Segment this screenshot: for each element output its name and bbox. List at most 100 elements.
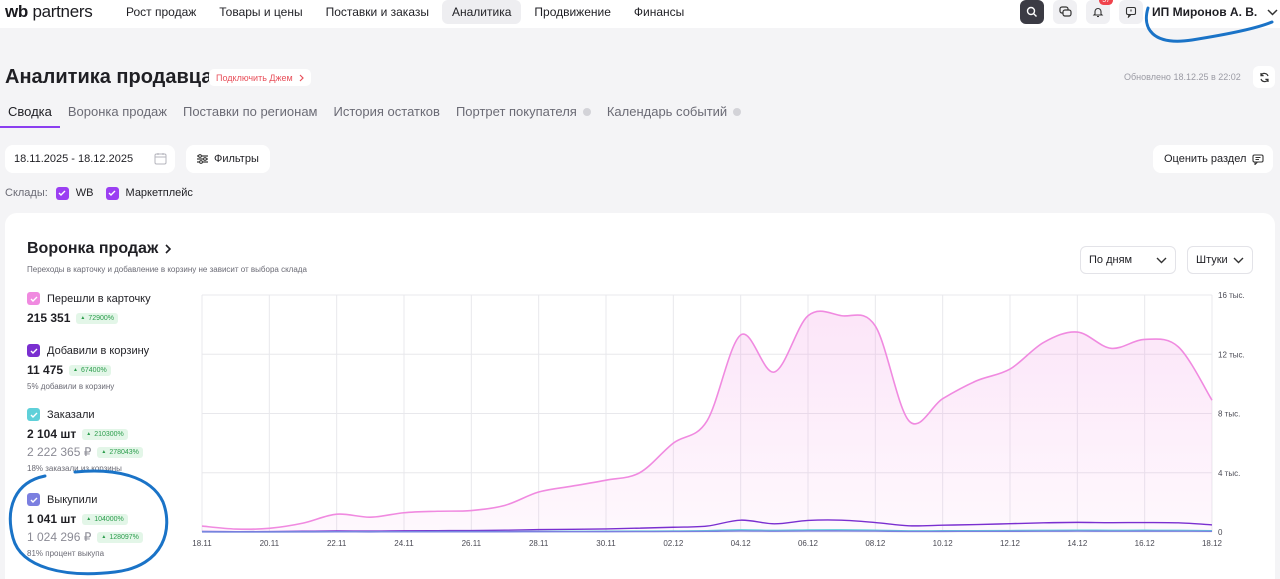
warehouses-label: Склады: bbox=[5, 187, 48, 199]
jem-link-label: Подключить Джем bbox=[216, 72, 293, 83]
check-icon bbox=[108, 190, 116, 196]
metric-card-views-checkbox[interactable] bbox=[27, 292, 40, 305]
tab-label: Сводка bbox=[8, 104, 52, 119]
funnel-subtitle: Переходы в карточку и добавление в корзи… bbox=[27, 265, 307, 274]
series-area-0 bbox=[202, 311, 1212, 532]
metric-change-badge: 67400% bbox=[69, 364, 111, 376]
rate-label: Оценить раздел bbox=[1164, 153, 1247, 165]
annotation-circle bbox=[8, 469, 169, 576]
chevron-down-icon bbox=[1233, 257, 1244, 264]
logo-wb: wb bbox=[5, 2, 29, 21]
tab-label: Календарь событий bbox=[606, 104, 728, 119]
metric-label: Добавили в корзину bbox=[47, 344, 150, 357]
comment-icon bbox=[1252, 153, 1264, 165]
series-line-0 bbox=[201, 310, 1213, 531]
date-range-value: 18.11.2025 - 18.12.2025 bbox=[14, 153, 134, 165]
nav-item-4[interactable]: Продвижение bbox=[524, 0, 621, 24]
tab-5[interactable]: Календарь событий bbox=[599, 104, 749, 128]
warehouse-marketplace-label: Маркетплейс bbox=[125, 187, 193, 199]
warehouse-wb-checkbox[interactable] bbox=[55, 186, 69, 200]
x-tick-label: 12.12 bbox=[1000, 539, 1021, 548]
tab-label: Воронка продаж bbox=[67, 104, 167, 119]
metric-orders-checkbox[interactable] bbox=[27, 408, 40, 421]
check-icon bbox=[58, 190, 66, 196]
warehouse-wb-label: WB bbox=[75, 187, 94, 199]
funnel-title-link[interactable]: Воронка продаж bbox=[27, 240, 172, 258]
tab-1[interactable]: Воронка продаж bbox=[60, 104, 175, 128]
check-icon bbox=[30, 296, 37, 302]
chat-button[interactable] bbox=[1053, 0, 1077, 24]
series-line-3 bbox=[201, 530, 1213, 533]
x-tick-label: 20.11 bbox=[260, 539, 280, 548]
x-tick-label: 24.11 bbox=[394, 539, 414, 548]
nav-item-1[interactable]: Товары и цены bbox=[209, 0, 312, 24]
analytics-tabs: Сводка Воронка продаж Поставки по регионам… bbox=[0, 104, 749, 128]
chevron-right-icon bbox=[299, 74, 304, 81]
nav-item-3[interactable]: Аналитика bbox=[441, 0, 522, 24]
period-select-value: По дням bbox=[1089, 254, 1133, 266]
unit-select-value: Штуки bbox=[1196, 254, 1228, 266]
metric-value-rub: 2 222 365 ₽ bbox=[27, 445, 92, 459]
unit-select[interactable]: Штуки bbox=[1187, 246, 1253, 274]
nav-item-5[interactable]: Финансы bbox=[624, 0, 694, 24]
metric-change-badge: 210300% bbox=[82, 428, 128, 440]
tab-label: Портрет покупателя bbox=[455, 104, 577, 119]
metric-label: Заказали bbox=[47, 408, 95, 421]
chevron-down-icon bbox=[1156, 257, 1167, 264]
notification-count-badge: 57 bbox=[1099, 0, 1113, 5]
logo-partners: partners bbox=[32, 2, 93, 21]
main-menu: Рост продаж Товары и цены Поставки и заказ… bbox=[116, 0, 697, 24]
warehouse-marketplace-checkbox[interactable] bbox=[105, 186, 119, 200]
tab-label: История остатков bbox=[333, 104, 440, 119]
notifications-button[interactable]: 57 bbox=[1086, 0, 1113, 24]
nav-item-0[interactable]: Рост продаж bbox=[116, 0, 206, 24]
y-tick-label: 0 bbox=[1218, 528, 1223, 537]
refresh-button[interactable] bbox=[1253, 66, 1275, 88]
series-line-2 bbox=[201, 529, 1213, 533]
refresh-icon bbox=[1259, 72, 1269, 82]
x-tick-label: 16.12 bbox=[1135, 539, 1156, 548]
metric-note: 5% добавили в корзину bbox=[27, 382, 115, 391]
metric-orders: Заказали 2 104 шт 210300% 2 222 365 ₽ 27… bbox=[27, 408, 143, 473]
updated-timestamp: Обновлено 18.12.25 в 22:02 bbox=[1124, 72, 1241, 82]
warehouses-filter: Склады: WB Маркетплейс bbox=[5, 186, 205, 200]
x-tick-label: 26.11 bbox=[462, 539, 482, 548]
metric-change-badge: 72900% bbox=[76, 312, 119, 324]
tab-0[interactable]: Сводка bbox=[0, 104, 60, 128]
page-title: Аналитика продавца bbox=[5, 66, 213, 88]
metric-cart-checkbox[interactable] bbox=[27, 344, 40, 357]
x-tick-label: 18.12 bbox=[1202, 539, 1223, 548]
y-tick-label: 12 тыс. bbox=[1218, 350, 1245, 359]
help-icon bbox=[1125, 6, 1137, 18]
filters-button[interactable]: Фильтры bbox=[186, 145, 270, 173]
sales-funnel-card: Воронка продаж Переходы в карточку и доб… bbox=[5, 213, 1275, 579]
search-button[interactable] bbox=[1020, 0, 1044, 24]
date-range-picker[interactable]: 18.11.2025 - 18.12.2025 bbox=[5, 145, 175, 173]
x-tick-label: 02.12 bbox=[663, 539, 684, 548]
y-tick-label: 4 тыс. bbox=[1218, 469, 1240, 478]
nav-item-2[interactable]: Поставки и заказы bbox=[316, 0, 439, 24]
metric-value: 2 104 шт bbox=[27, 427, 77, 441]
calendar-icon bbox=[154, 153, 167, 165]
funnel-title: Воронка продаж bbox=[27, 240, 159, 257]
x-tick-label: 06.12 bbox=[798, 539, 819, 548]
x-tick-label: 18.11 bbox=[192, 539, 212, 548]
x-tick-label: 14.12 bbox=[1067, 539, 1088, 548]
new-indicator-dot bbox=[733, 108, 742, 116]
top-navigation: wb partners Рост продаж Товары и цены Пост… bbox=[0, 0, 1280, 43]
tab-3[interactable]: История остатков bbox=[326, 104, 448, 128]
tab-4[interactable]: Портрет покупателя bbox=[448, 104, 599, 128]
x-tick-label: 30.11 bbox=[596, 539, 616, 548]
chat-icon bbox=[1058, 6, 1072, 17]
metric-label: Перешли в карточку bbox=[47, 292, 151, 305]
connect-jem-link[interactable]: Подключить Джем bbox=[209, 69, 311, 86]
period-select[interactable]: По дням bbox=[1080, 246, 1176, 274]
rate-section-button[interactable]: Оценить раздел bbox=[1153, 145, 1273, 173]
series-line-1 bbox=[201, 519, 1213, 533]
wb-partners-logo[interactable]: wb partners bbox=[5, 2, 93, 22]
y-tick-label: 16 тыс. bbox=[1218, 291, 1245, 300]
x-tick-label: 28.11 bbox=[529, 539, 549, 548]
metric-value: 11 475 bbox=[27, 363, 64, 377]
tab-2[interactable]: Поставки по регионам bbox=[175, 104, 326, 128]
check-icon bbox=[30, 348, 37, 354]
